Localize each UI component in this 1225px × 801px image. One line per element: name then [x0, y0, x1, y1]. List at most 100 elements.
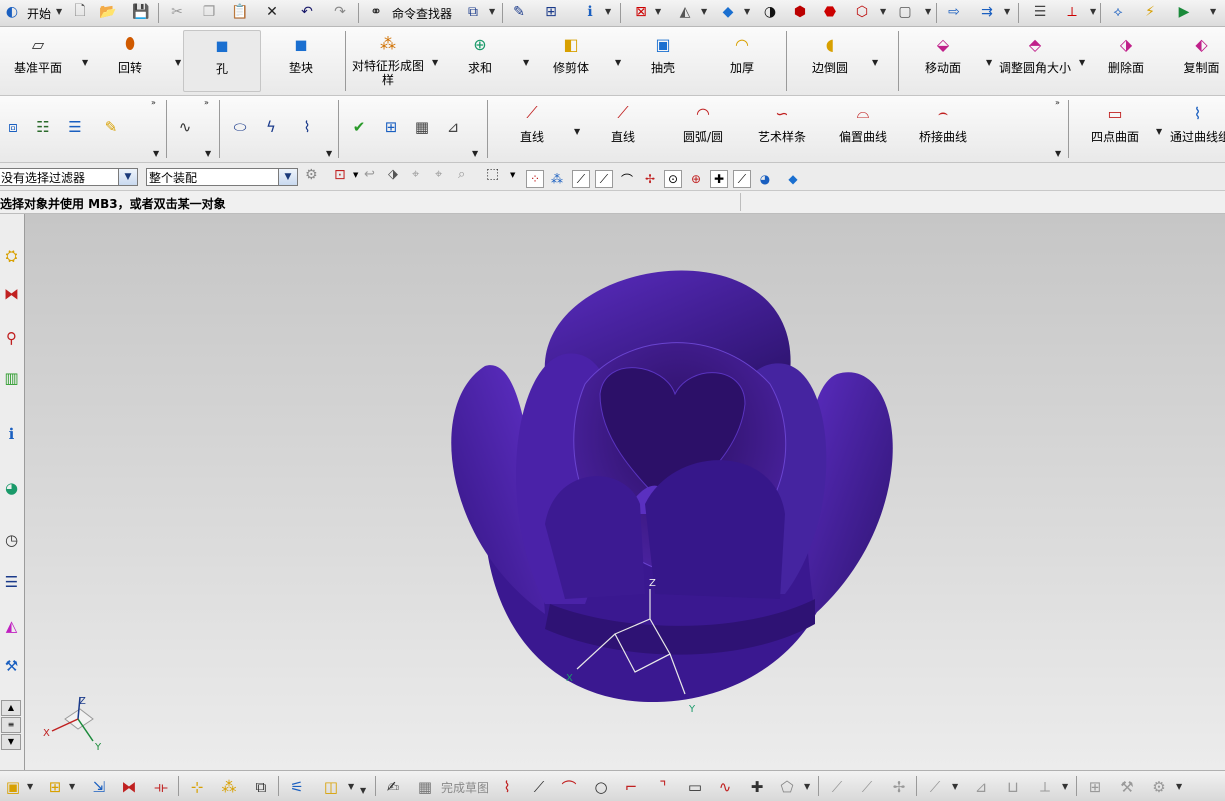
- save-icon[interactable]: 💾: [131, 2, 151, 22]
- snap-line-icon[interactable]: ⟋: [572, 170, 590, 188]
- bridge-curve-button[interactable]: ⌢ 桥接曲线: [914, 102, 972, 145]
- background-icon[interactable]: ▢: [895, 2, 915, 22]
- undo-icon[interactable]: ↶: [297, 2, 317, 22]
- spring-icon[interactable]: ϟ: [260, 116, 282, 138]
- fit-view-dropdown-icon[interactable]: ▼: [655, 7, 661, 16]
- assembly-constraint-icon[interactable]: ⧓: [118, 777, 140, 797]
- resource-scroll[interactable]: ▲ ≡ ▼: [1, 700, 21, 762]
- more-icon[interactable]: »: [204, 98, 209, 107]
- sketch-settings-icon[interactable]: ⊞: [1084, 777, 1106, 797]
- axis-icon[interactable]: ⊿: [442, 116, 464, 138]
- unite-button[interactable]: ⊕ 求和: [462, 33, 498, 76]
- snap-arc-icon[interactable]: ⌒: [618, 170, 636, 188]
- copy-icon[interactable]: ❐: [199, 2, 219, 22]
- group-dropdown-icon[interactable]: ▼: [153, 149, 159, 158]
- assembly-icon[interactable]: ▣: [2, 777, 24, 797]
- line-dropdown-icon[interactable]: ▼: [574, 127, 580, 136]
- snap-on-surface-icon[interactable]: ◕: [756, 170, 774, 188]
- move-component-icon[interactable]: ⇲: [88, 777, 110, 797]
- model-view[interactable]: Z X Y Z X Y: [25, 214, 1225, 770]
- paste-icon[interactable]: 📋: [230, 2, 250, 22]
- sketch-fillet-icon[interactable]: ⌐: [620, 777, 642, 797]
- scroll-down-icon[interactable]: ▼: [1, 734, 21, 750]
- copy-face-button[interactable]: ⬖ 复制面: [1178, 33, 1225, 76]
- sketch-icon[interactable]: ✍: [382, 777, 404, 797]
- studio-spline-button[interactable]: ∽ 艺术样条: [752, 102, 812, 145]
- group-dropdown-icon[interactable]: ▼: [1055, 149, 1061, 158]
- rectangle-dropdown-icon[interactable]: ▼: [510, 171, 515, 179]
- snap-on-curve-icon[interactable]: ⟋: [733, 170, 751, 188]
- sketch-point-icon[interactable]: ✚: [746, 777, 768, 797]
- fit-view-icon[interactable]: ⊠: [631, 2, 651, 22]
- clip-section-icon[interactable]: ⬡: [852, 2, 872, 22]
- reuse-library-icon[interactable]: ▥: [1, 364, 22, 392]
- history-icon[interactable]: ◕: [1, 474, 22, 502]
- open-folder-icon[interactable]: 📂: [98, 2, 118, 22]
- snap-existing-point-icon[interactable]: ✚: [710, 170, 728, 188]
- view-orient-icon[interactable]: ◆: [718, 2, 738, 22]
- datum-plane-button[interactable]: ▱ 基准平面: [8, 33, 68, 76]
- info-icon[interactable]: ℹ: [580, 2, 600, 22]
- add-component-icon[interactable]: ⊞: [44, 777, 66, 797]
- trim-body-button[interactable]: ◧ 修剪体: [548, 33, 594, 76]
- pattern-dropdown-icon[interactable]: ▼: [432, 58, 438, 67]
- assembly-sequence-icon[interactable]: ⚟: [286, 777, 308, 797]
- sketch-curve-icon[interactable]: ∿: [174, 116, 196, 138]
- revolve-button[interactable]: ⬮ 回转: [108, 33, 152, 76]
- profile-icon[interactable]: ⌇: [496, 777, 518, 797]
- sketch-arc-icon[interactable]: ⌒: [558, 777, 580, 797]
- surface-dropdown-icon[interactable]: ▼: [1156, 127, 1162, 136]
- resize-blend-dropdown-icon[interactable]: ▼: [1079, 58, 1085, 67]
- sketch-rectangle-icon[interactable]: ▭: [684, 777, 706, 797]
- thicken-button[interactable]: ◠ 加厚: [723, 33, 761, 76]
- more-icon[interactable]: »: [1055, 98, 1060, 107]
- chevron-down-icon[interactable]: ▼: [278, 169, 297, 185]
- edge-blend-button[interactable]: ◖ 边倒圆: [808, 33, 852, 76]
- face-select-icon[interactable]: ⌖: [435, 167, 442, 182]
- edge-select-icon[interactable]: ⌕: [458, 167, 465, 182]
- four-point-surface-button[interactable]: ▭ 四点曲面: [1086, 102, 1144, 145]
- horizontal-dim-icon[interactable]: ⊔: [1002, 777, 1024, 797]
- add-component-dropdown-icon[interactable]: ▼: [69, 782, 75, 791]
- roles-icon[interactable]: ⚒: [1, 652, 22, 680]
- offset-curve-button[interactable]: ⌓ 偏置曲线: [834, 102, 892, 145]
- vertical-dim-icon[interactable]: ⟂: [1034, 777, 1056, 797]
- web-browser-icon[interactable]: ℹ: [1, 420, 22, 448]
- move-to-layer-icon[interactable]: ⇨: [944, 2, 964, 22]
- tag-icon[interactable]: ✎: [100, 116, 122, 138]
- check-geometry-icon[interactable]: ✔: [348, 116, 370, 138]
- dimension-icon[interactable]: ⊿: [970, 777, 992, 797]
- transform-icon[interactable]: ⊞: [541, 2, 561, 22]
- snap-endpoint-line-icon[interactable]: ⟋: [595, 170, 613, 188]
- unite-dropdown-icon[interactable]: ▼: [523, 58, 529, 67]
- snap-bounding-box-icon[interactable]: ◆: [784, 170, 802, 188]
- section-view-icon[interactable]: ⬢: [790, 2, 810, 22]
- quick-trim-icon[interactable]: ⟋: [826, 777, 848, 797]
- part-navigator-icon[interactable]: ⊞: [380, 116, 402, 138]
- sketch-tools-icon[interactable]: ⚙: [1148, 777, 1170, 797]
- general-select-icon[interactable]: ⊡: [334, 167, 346, 183]
- wcs-dropdown-icon[interactable]: ▼: [1090, 7, 1096, 16]
- analysis-icon[interactable]: ⟡: [1108, 2, 1128, 22]
- copy-to-layer-icon[interactable]: ⇉: [977, 2, 997, 22]
- snap-quadrant-icon[interactable]: ⊕: [687, 170, 705, 188]
- info-dropdown-icon[interactable]: ▼: [605, 7, 611, 16]
- make-corner-icon[interactable]: ✢: [888, 777, 910, 797]
- filter-reset-icon[interactable]: ⚙: [305, 167, 318, 183]
- graphics-window[interactable]: Z X Y Z X Y: [25, 214, 1225, 770]
- system-materials-icon[interactable]: ☰: [1, 568, 22, 596]
- feature-select-icon[interactable]: ⬗: [388, 167, 398, 182]
- line2-button[interactable]: ⟋ 直线: [601, 102, 645, 145]
- layer-dropdown-icon[interactable]: ▼: [1004, 7, 1010, 16]
- delete-face-button[interactable]: ⬗ 删除面: [1100, 33, 1152, 76]
- finish-sketch-label[interactable]: 完成草图: [441, 779, 489, 796]
- dimension-dropdown-icon[interactable]: ▼: [1062, 782, 1068, 791]
- geometric-constraints-icon[interactable]: ⟋: [924, 777, 946, 797]
- layer-stack-icon[interactable]: ☷: [32, 116, 54, 138]
- body-select-icon[interactable]: ⌖: [412, 167, 419, 182]
- part-navigator-icon[interactable]: ⚲: [1, 324, 22, 352]
- measure-icon[interactable]: ⚡: [1140, 2, 1160, 22]
- assembly-dropdown-icon[interactable]: ▼: [27, 782, 33, 791]
- more-icon[interactable]: »: [151, 98, 156, 107]
- start-menu-label[interactable]: 开始: [27, 5, 51, 22]
